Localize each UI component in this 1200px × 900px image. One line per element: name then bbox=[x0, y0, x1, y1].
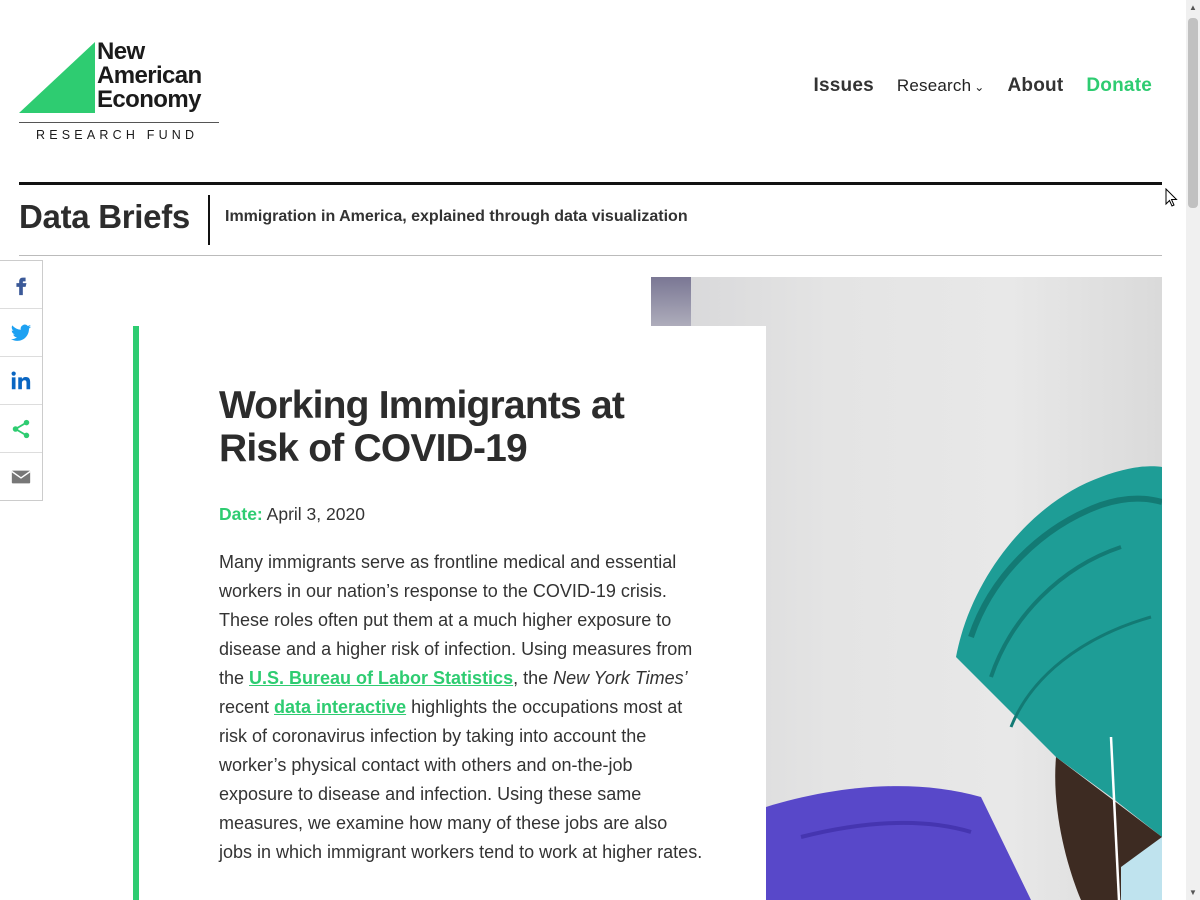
link-data-interactive[interactable]: data interactive bbox=[274, 697, 406, 717]
email-icon bbox=[11, 470, 31, 483]
mouse-cursor-icon bbox=[1165, 188, 1178, 207]
nyt-title: New York Times’ bbox=[553, 668, 688, 688]
date-label: Date: bbox=[219, 504, 263, 524]
share-linkedin-button[interactable] bbox=[0, 357, 42, 405]
article-date: Date: April 3, 2020 bbox=[219, 504, 365, 525]
share-twitter-button[interactable] bbox=[0, 309, 42, 357]
linkedin-icon bbox=[11, 371, 31, 389]
brand-name-line2: American bbox=[97, 62, 202, 89]
article-headline: Working Immigrants at Risk of COVID-19 bbox=[219, 384, 625, 470]
section-divider bbox=[208, 195, 210, 245]
body-text-4: highlights the occupations most at risk … bbox=[219, 697, 703, 862]
body-text-3: recent bbox=[219, 697, 275, 717]
nav-research[interactable]: Research ⌄ bbox=[897, 76, 985, 96]
facebook-icon bbox=[16, 277, 27, 295]
section-bottom-rule bbox=[19, 255, 1162, 256]
body-text-2: , the bbox=[513, 668, 554, 688]
nav-about[interactable]: About bbox=[1008, 75, 1064, 97]
chevron-down-icon: ⌄ bbox=[974, 79, 985, 94]
section-subtitle: Immigration in America, explained throug… bbox=[225, 208, 688, 225]
twitter-icon bbox=[10, 324, 32, 341]
date-value: April 3, 2020 bbox=[266, 504, 365, 524]
share-icon bbox=[12, 419, 30, 438]
nav-donate[interactable]: Donate bbox=[1086, 75, 1152, 97]
nav-research-label: Research bbox=[896, 76, 972, 95]
share-facebook-button[interactable] bbox=[0, 261, 42, 309]
scroll-down-arrow-icon[interactable]: ▼ bbox=[1189, 888, 1197, 897]
article-body: Many immigrants serve as frontline medic… bbox=[219, 548, 704, 867]
article-card: Working Immigrants at Risk of COVID-19 D… bbox=[133, 326, 766, 900]
page-scrollbar[interactable]: ▲ ▼ bbox=[1186, 0, 1200, 900]
share-bar bbox=[0, 260, 43, 501]
brand-fund: RESEARCH FUND bbox=[36, 128, 199, 142]
logo-divider bbox=[19, 122, 219, 123]
logo-triangle-icon bbox=[19, 42, 95, 113]
scroll-up-arrow-icon[interactable]: ▲ bbox=[1189, 3, 1197, 12]
scrollbar-thumb[interactable] bbox=[1188, 18, 1198, 208]
brand-logo[interactable]: New American Economy RESEARCH FUND bbox=[19, 40, 221, 145]
share-email-button[interactable] bbox=[0, 453, 42, 500]
section-top-rule bbox=[19, 182, 1162, 185]
brand-name-line3: Economy bbox=[97, 86, 201, 113]
link-bls[interactable]: U.S. Bureau of Labor Statistics bbox=[249, 668, 513, 688]
brand-name: New American Economy bbox=[97, 40, 202, 112]
card-accent-bar bbox=[133, 326, 139, 900]
brand-name-line1: New bbox=[97, 38, 145, 65]
main-nav: Issues Research ⌄ About Donate bbox=[791, 75, 1152, 97]
section-title[interactable]: Data Briefs bbox=[19, 198, 190, 236]
share-more-button[interactable] bbox=[0, 405, 42, 453]
nav-issues[interactable]: Issues bbox=[814, 75, 874, 97]
